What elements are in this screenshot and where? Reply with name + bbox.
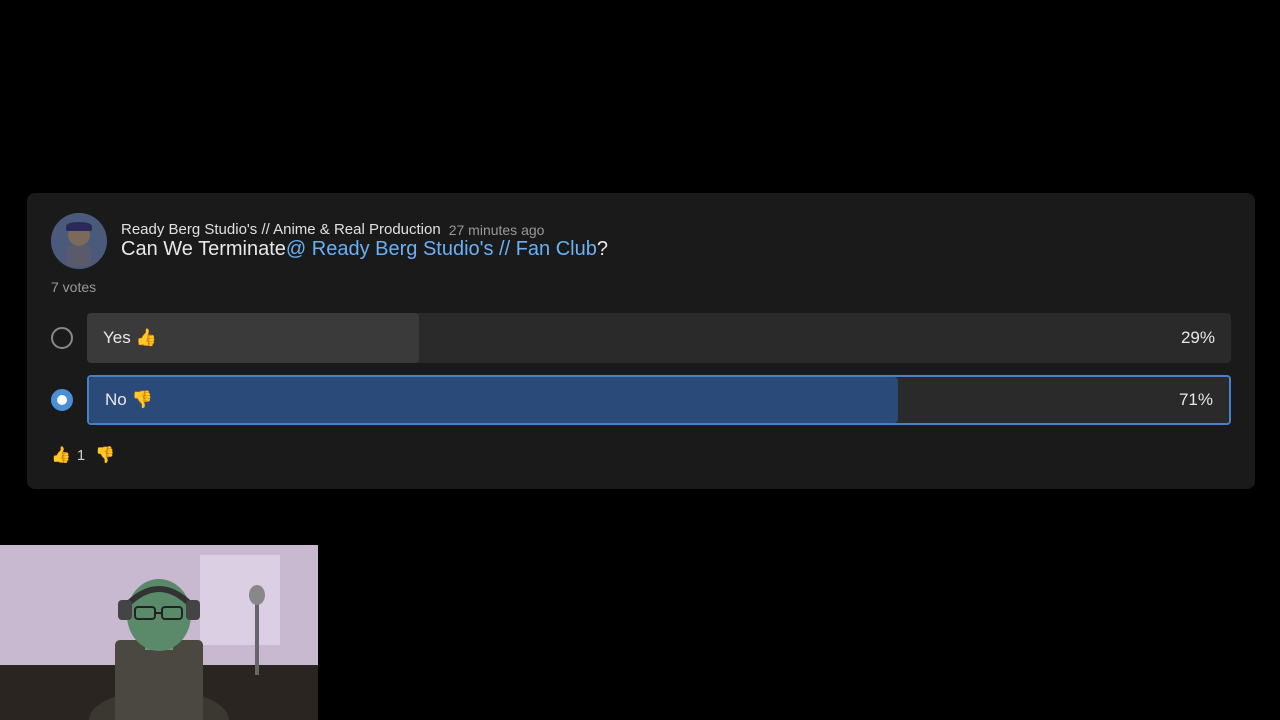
yes-percent: 29% bbox=[1181, 328, 1215, 348]
option-bar-no[interactable]: No 👎 71% bbox=[87, 375, 1231, 425]
yes-label: Yes 👍 bbox=[103, 328, 157, 348]
post-meta: Ready Berg Studio's // Anime & Real Prod… bbox=[121, 221, 608, 261]
post-title: Can We Terminate @ Ready Berg Studio's /… bbox=[121, 238, 608, 261]
post-title-end: ? bbox=[597, 238, 608, 261]
webcam-scene bbox=[0, 545, 318, 720]
radio-yes[interactable] bbox=[51, 327, 73, 349]
webcam-overlay bbox=[0, 545, 318, 720]
radio-no[interactable] bbox=[51, 389, 73, 411]
poll-option-no[interactable]: No 👎 71% bbox=[51, 375, 1231, 425]
vote-count: 7 votes bbox=[51, 279, 1231, 295]
post-author: Ready Berg Studio's // Anime & Real Prod… bbox=[121, 221, 441, 238]
no-percent: 71% bbox=[1179, 390, 1213, 410]
poll-option-yes[interactable]: Yes 👍 29% bbox=[51, 313, 1231, 363]
like-icon: 👍 bbox=[51, 445, 71, 465]
no-fill-bar bbox=[89, 377, 898, 423]
avatar bbox=[51, 213, 107, 269]
dislike-button[interactable]: 👎 bbox=[95, 445, 115, 465]
option-bar-yes[interactable]: Yes 👍 29% bbox=[87, 313, 1231, 363]
dislike-icon: 👎 bbox=[95, 445, 115, 465]
reactions: 👍 1 👎 bbox=[51, 445, 1231, 465]
post-header: Ready Berg Studio's // Anime & Real Prod… bbox=[51, 213, 1231, 269]
poll-options: Yes 👍 29% No 👎 71% bbox=[51, 313, 1231, 425]
post-time: 27 minutes ago bbox=[449, 222, 545, 238]
post-title-static: Can We Terminate bbox=[121, 238, 286, 261]
poll-card: Ready Berg Studio's // Anime & Real Prod… bbox=[27, 193, 1255, 489]
no-label: No 👎 bbox=[105, 390, 153, 410]
like-count: 1 bbox=[77, 447, 85, 464]
post-title-link[interactable]: @ Ready Berg Studio's // Fan Club bbox=[286, 238, 597, 261]
like-button[interactable]: 👍 1 bbox=[51, 445, 85, 465]
